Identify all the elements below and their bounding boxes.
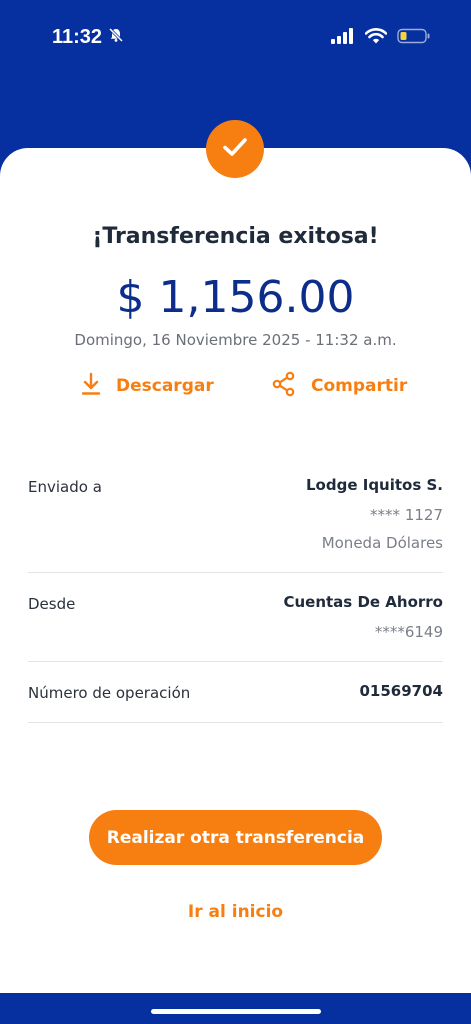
from-label: Desde <box>28 595 76 613</box>
bell-muted-icon <box>108 26 124 49</box>
share-label: Compartir <box>311 376 408 396</box>
divider <box>28 572 443 573</box>
share-icon <box>271 371 297 402</box>
battery-low-icon <box>397 28 431 48</box>
cellular-signal-icon <box>331 28 355 48</box>
success-badge <box>206 120 264 178</box>
divider <box>28 722 443 723</box>
download-button[interactable]: Descargar <box>80 372 214 400</box>
home-indicator[interactable] <box>151 1009 321 1014</box>
status-icons <box>331 28 431 48</box>
transfer-amount: $ 1,156.00 <box>116 272 355 323</box>
wifi-icon <box>364 28 388 48</box>
go-home-link[interactable]: Ir al inicio <box>0 902 471 922</box>
download-label: Descargar <box>116 376 214 396</box>
sent-to-label: Enviado a <box>28 478 102 496</box>
new-transfer-button[interactable]: Realizar otra transferencia <box>89 810 382 865</box>
recipient-name: Lodge Iquitos S. <box>306 476 443 494</box>
source-account-type: Cuentas De Ahorro <box>283 593 443 611</box>
source-account-number: ****6149 <box>374 623 443 641</box>
divider <box>28 661 443 662</box>
download-icon <box>80 372 102 401</box>
operation-label: Número de operación <box>28 684 191 702</box>
recipient-currency: Moneda Dólares <box>321 534 443 552</box>
checkmark-icon <box>220 132 250 166</box>
operation-number: 01569704 <box>359 682 444 700</box>
recipient-account: **** 1127 <box>370 506 443 524</box>
share-button[interactable]: Compartir <box>271 371 408 402</box>
status-time: 11:32 <box>52 26 124 49</box>
transfer-datetime: Domingo, 16 Noviembre 2025 - 11:32 a.m. <box>74 331 397 349</box>
status-time-text: 11:32 <box>52 26 103 48</box>
status-bar: 11:32 <box>0 0 471 80</box>
success-title: ¡Transferencia exitosa! <box>92 224 379 249</box>
